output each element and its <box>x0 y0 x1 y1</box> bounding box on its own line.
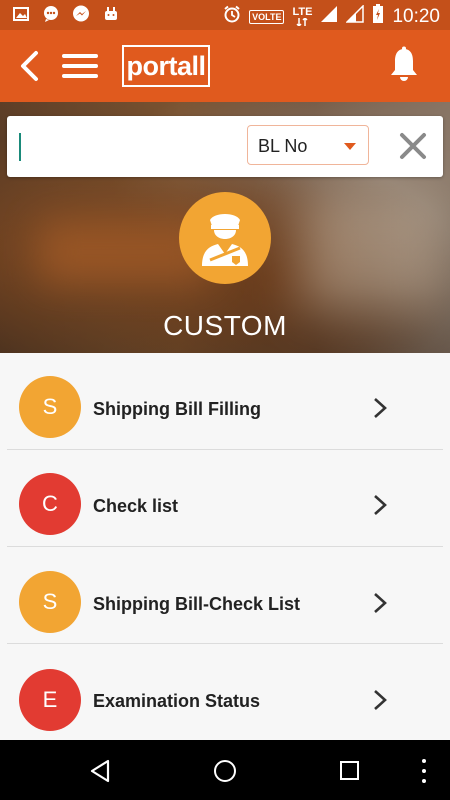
android-icon <box>102 5 120 23</box>
overflow-menu-icon[interactable] <box>421 759 427 783</box>
customs-officer-icon <box>179 192 271 284</box>
search-input[interactable] <box>25 126 244 168</box>
chat-icon <box>42 5 60 23</box>
system-nav-bar <box>0 740 450 800</box>
list-item-shipping-bill-check-list[interactable]: S Shipping Bill-Check List <box>7 547 443 644</box>
list-item-check-list[interactable]: C Check list <box>7 450 443 547</box>
bell-icon[interactable] <box>388 46 420 84</box>
nav-recents-icon[interactable] <box>340 761 359 780</box>
search-filter-dropdown[interactable]: BL No <box>247 125 369 165</box>
search-bar: BL No <box>7 116 443 177</box>
portall-logo: portall <box>122 45 210 87</box>
list-item-label: Shipping Bill-Check List <box>93 594 301 614</box>
list-item-label: Shipping Bill Filling <box>93 399 261 419</box>
chevron-right-icon <box>374 593 387 613</box>
section-title: CUSTOM <box>163 310 287 341</box>
chevron-right-icon <box>374 398 387 418</box>
app-bar: portall <box>0 30 450 102</box>
caret-down-icon <box>344 143 356 150</box>
battery-icon <box>372 4 384 29</box>
avatar: C <box>19 473 81 535</box>
close-icon[interactable] <box>399 132 427 160</box>
back-arrow-icon[interactable] <box>16 49 46 83</box>
avatar: S <box>19 571 81 633</box>
clock: 10:20 <box>392 5 440 27</box>
avatar: S <box>19 376 81 438</box>
image-icon <box>12 5 30 23</box>
text-cursor <box>19 133 21 161</box>
status-bar: VOLTE LTE 10:20 <box>0 0 450 30</box>
messenger-icon <box>72 5 90 23</box>
volte-badge: VOLTE <box>249 9 285 24</box>
signal-icon <box>320 5 338 28</box>
list-item-examination-status[interactable]: E Examination Status <box>7 644 443 741</box>
list-item-shipping-bill-filling[interactable]: S Shipping Bill Filling <box>7 353 443 450</box>
hamburger-menu-icon[interactable] <box>62 52 98 80</box>
dropdown-selected-value: BL No <box>258 136 308 156</box>
network-indicator: LTE <box>292 7 312 26</box>
nav-back-icon[interactable] <box>89 759 111 783</box>
chevron-right-icon <box>374 495 387 515</box>
list-item-label: Check list <box>93 496 179 516</box>
custom-menu-list: S Shipping Bill Filling C Check list S S… <box>0 353 450 740</box>
nav-home-icon[interactable] <box>214 760 236 782</box>
avatar: E <box>19 669 81 731</box>
lte-label: LTE <box>292 6 313 18</box>
signal-icon-2 <box>345 4 365 28</box>
list-item-label: Examination Status <box>93 691 261 711</box>
chevron-right-icon <box>374 690 387 710</box>
alarm-icon <box>223 5 241 28</box>
